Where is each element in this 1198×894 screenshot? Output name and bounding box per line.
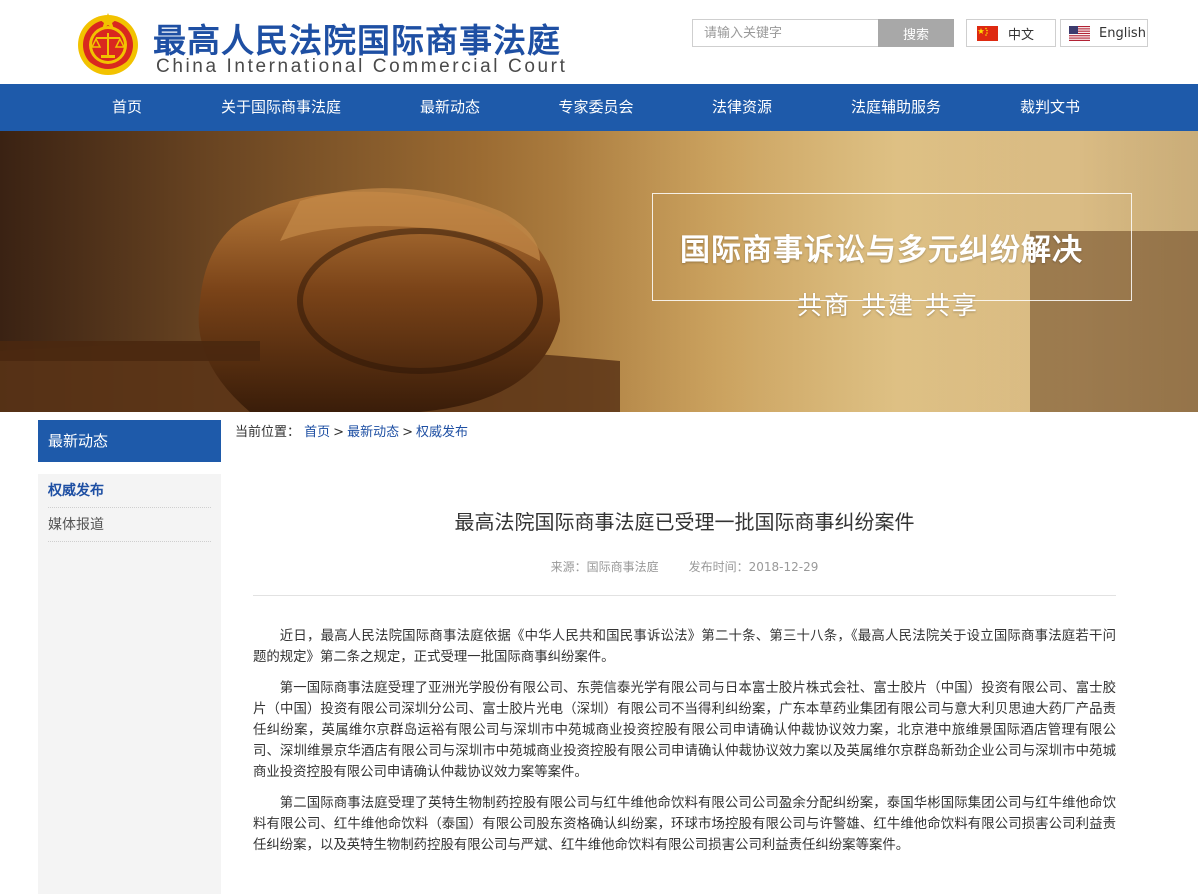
nav-item-judgments[interactable]: 裁判文书 bbox=[1020, 84, 1080, 131]
article-date: 2018-12-29 bbox=[748, 560, 819, 574]
time-label: 发布时间： bbox=[688, 560, 749, 574]
us-flag-icon bbox=[1069, 25, 1090, 41]
banner-subtitle: 共商 共建 共享 bbox=[797, 291, 979, 320]
china-flag-icon bbox=[977, 25, 998, 41]
main-navigation: 首页 关于国际商事法庭 最新动态 专家委员会 法律资源 法庭辅助服务 裁判文书 bbox=[0, 84, 1198, 131]
site-logo-chinese[interactable]: 最高人民法院国际商事法庭 bbox=[153, 14, 561, 62]
breadcrumb-news[interactable]: 最新动态 bbox=[347, 425, 399, 440]
article-source: 国际商事法庭 bbox=[586, 560, 659, 574]
nav-item-court-services[interactable]: 法庭辅助服务 bbox=[851, 84, 941, 131]
article-paragraph-2: 第一国际商事法庭受理了亚洲光学股份有限公司、东莞信泰光学有限公司与日本富士胶片株… bbox=[253, 681, 1116, 780]
language-chinese-label: 中文 bbox=[1008, 27, 1035, 43]
article-meta: 来源：国际商事法庭 发布时间：2018-12-29 bbox=[253, 558, 1116, 575]
article-paragraph-3: 第二国际商事法庭受理了英特生物制药控股有限公司与红牛维他命饮料有限公司公司盈余分… bbox=[253, 796, 1116, 853]
hero-banner: 国际商事诉讼与多元纠纷解决 共商 共建 共享 bbox=[0, 131, 1198, 412]
language-english-label: English bbox=[1099, 25, 1146, 41]
article-divider bbox=[253, 595, 1116, 596]
article-title: 最高法院国际商事法庭已受理一批国际商事纠纷案件 bbox=[454, 510, 915, 534]
breadcrumb-separator: > bbox=[333, 425, 345, 440]
breadcrumb-authoritative-release[interactable]: 权威发布 bbox=[416, 425, 468, 440]
breadcrumb: 当前位置： 首页 > 最新动态 > 权威发布 bbox=[235, 421, 468, 440]
nav-item-home[interactable]: 首页 bbox=[112, 84, 142, 131]
site-header: 最高人民法院国际商事法庭 China International Commerc… bbox=[0, 0, 1198, 84]
nav-item-expert-committee[interactable]: 专家委员会 bbox=[558, 84, 633, 131]
breadcrumb-separator: > bbox=[402, 425, 413, 440]
article-body: 近日，最高人民法院国际商事法庭依据《中华人民共和国民事诉讼法》第二十条、第三十八… bbox=[253, 626, 1116, 866]
sidebar: 最新动态 权威发布 媒体报道 bbox=[38, 420, 221, 894]
search-button[interactable]: 搜索 bbox=[878, 19, 954, 47]
breadcrumb-home[interactable]: 首页 bbox=[304, 425, 330, 440]
language-chinese-button[interactable]: 中文 bbox=[966, 19, 1056, 47]
banner-title: 国际商事诉讼与多元纠纷解决 bbox=[680, 233, 1083, 268]
sidebar-heading: 最新动态 bbox=[38, 420, 221, 462]
sidebar-item-media-reports[interactable]: 媒体报道 bbox=[48, 508, 211, 542]
nav-item-about[interactable]: 关于国际商事法庭 bbox=[221, 84, 341, 131]
court-emblem-icon[interactable] bbox=[76, 11, 140, 77]
language-english-button[interactable]: English bbox=[1060, 19, 1148, 47]
sidebar-item-authoritative-release[interactable]: 权威发布 bbox=[48, 474, 211, 508]
article-paragraph-1: 近日，最高人民法院国际商事法庭依据《中华人民共和国民事诉讼法》第二十条、第三十八… bbox=[253, 629, 1116, 665]
site-logo-english[interactable]: China International Commercial Court bbox=[156, 56, 567, 78]
sidebar-menu: 权威发布 媒体报道 bbox=[38, 474, 221, 894]
source-label: 来源： bbox=[550, 560, 587, 574]
search-input[interactable] bbox=[692, 19, 878, 47]
breadcrumb-prefix: 当前位置： bbox=[235, 425, 301, 440]
nav-item-legal-resources[interactable]: 法律资源 bbox=[712, 84, 772, 131]
nav-item-news[interactable]: 最新动态 bbox=[420, 84, 480, 131]
